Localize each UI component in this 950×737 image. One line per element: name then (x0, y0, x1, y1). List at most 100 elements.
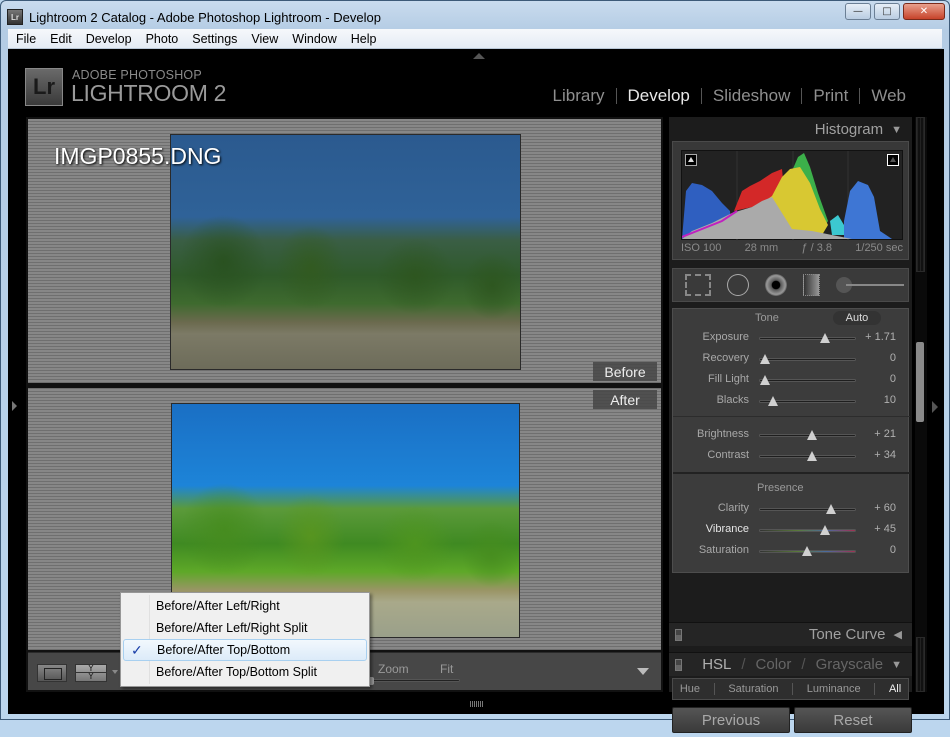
hsl-header: HSL / Color / Grayscale ▼ (702, 656, 902, 673)
before-photo[interactable] (170, 134, 521, 370)
hsl-subtab-luminance[interactable]: Luminance (807, 683, 861, 695)
reset-button[interactable]: Reset (794, 707, 912, 733)
menu-item-left-right[interactable]: Before/After Left/Right (123, 595, 367, 617)
toolbar-content-menu-icon[interactable] (637, 668, 649, 675)
module-slideshow[interactable]: Slideshow (713, 86, 791, 106)
scrollbar-track[interactable] (916, 117, 925, 272)
right-panel-toggle-icon[interactable] (932, 401, 938, 413)
slider-thumb[interactable] (807, 430, 818, 440)
slider-track[interactable] (759, 333, 856, 343)
slider-track[interactable] (759, 354, 856, 364)
tool-strip (672, 268, 909, 302)
spot-removal-icon[interactable] (726, 274, 749, 296)
slider-label: Saturation (698, 544, 749, 556)
shadow-clipping-toggle[interactable] (685, 154, 697, 166)
auto-tone-button[interactable]: Auto (833, 311, 881, 325)
slider-value[interactable]: + 34 (874, 449, 896, 461)
minimize-button[interactable]: — (845, 3, 871, 20)
panel-switch-icon[interactable] (675, 659, 682, 671)
filename-overlay: IMGP0855.DNG (54, 143, 222, 169)
slider-track[interactable] (759, 451, 856, 461)
hsl-subtab-all[interactable]: All (889, 683, 901, 695)
slider-thumb[interactable] (826, 504, 837, 514)
histogram-header[interactable]: Histogram ▼ (815, 121, 902, 138)
top-panel-toggle-icon[interactable] (473, 53, 485, 59)
slider-track[interactable] (759, 546, 856, 556)
slider-track[interactable] (759, 504, 856, 514)
crop-tool-icon[interactable] (685, 274, 711, 296)
slider-thumb[interactable] (759, 375, 770, 385)
highlight-clipping-toggle[interactable] (887, 154, 899, 166)
scrollbar-track[interactable] (916, 637, 925, 692)
menu-item-top-bottom-split[interactable]: Before/After Top/Bottom Split (123, 661, 367, 683)
previous-button[interactable]: Previous (672, 707, 790, 733)
slider-thumb[interactable] (819, 525, 830, 535)
close-button[interactable]: ✕ (903, 3, 945, 20)
graduated-filter-icon[interactable] (802, 274, 821, 296)
checkmark-icon: ✓ (131, 642, 143, 658)
hsl-subtab-saturation[interactable]: Saturation (728, 683, 778, 695)
collapse-triangle-icon[interactable]: ▼ (891, 124, 902, 136)
basic-panel: Tone Auto Exposure + 1.71 Recovery 0 Fil… (672, 308, 910, 573)
hsl-panel-header[interactable]: HSL / Color / Grayscale ▼ (669, 652, 912, 676)
hsl-subtab-hue[interactable]: Hue (680, 683, 700, 695)
slider-track[interactable] (759, 430, 856, 440)
slider-label: Vibrance (705, 523, 749, 535)
menu-help[interactable]: Help (351, 32, 377, 46)
module-print[interactable]: Print (813, 86, 848, 106)
collapse-triangle-icon[interactable]: ▼ (891, 659, 902, 671)
slider-track[interactable] (759, 396, 856, 406)
scrollbar-thumb[interactable] (916, 342, 924, 422)
slider-track[interactable] (759, 375, 856, 385)
loupe-view-button[interactable] (37, 664, 67, 682)
menu-window[interactable]: Window (292, 32, 336, 46)
right-panel-scrollbar[interactable] (915, 117, 927, 692)
menu-item-label: Before/After Left/Right (156, 599, 280, 613)
slider-value[interactable]: + 21 (874, 428, 896, 440)
slider-value[interactable]: 0 (890, 352, 896, 364)
module-web[interactable]: Web (871, 86, 906, 106)
color-tab[interactable]: Color (756, 656, 792, 673)
zoom-slider[interactable] (366, 677, 460, 685)
menu-file[interactable]: File (16, 32, 36, 46)
view-mode-dropdown-icon[interactable] (112, 670, 118, 674)
left-panel-toggle-icon[interactable] (12, 401, 17, 411)
app-icon: Lr (7, 9, 23, 25)
slider-thumb[interactable] (801, 546, 812, 556)
red-eye-icon[interactable] (764, 274, 787, 296)
before-after-view-button[interactable]: Y Y (75, 664, 107, 682)
slider-value[interactable]: + 45 (874, 523, 896, 535)
slider-thumb[interactable] (819, 333, 830, 343)
slider-label: Recovery (702, 352, 749, 364)
module-library[interactable]: Library (553, 86, 605, 106)
menu-edit[interactable]: Edit (50, 32, 72, 46)
panel-switch-icon[interactable] (675, 629, 682, 641)
expand-triangle-icon[interactable]: ◀ (894, 628, 902, 641)
tone-curve-panel-header[interactable]: Tone Curve ◀ (669, 622, 912, 646)
slider-value[interactable]: + 60 (874, 502, 896, 514)
adjustment-brush-icon[interactable] (836, 274, 908, 296)
slider-track[interactable] (759, 525, 856, 535)
slider-label: Exposure (702, 331, 749, 343)
menu-settings[interactable]: Settings (192, 32, 237, 46)
module-develop[interactable]: Develop (628, 86, 690, 106)
slider-value[interactable]: 10 (884, 394, 896, 406)
grayscale-tab[interactable]: Grayscale (816, 656, 884, 673)
before-label: Before (593, 362, 657, 381)
filmstrip-toggle-icon[interactable] (470, 701, 484, 707)
histogram-graph[interactable] (681, 150, 903, 241)
slider-value[interactable]: 0 (890, 373, 896, 385)
slider-value[interactable]: 0 (890, 544, 896, 556)
slider-value[interactable]: + 1.71 (865, 331, 896, 343)
hsl-tab[interactable]: HSL (702, 656, 731, 673)
maximize-button[interactable]: □ (874, 3, 900, 20)
menu-item-left-right-split[interactable]: Before/After Left/Right Split (123, 617, 367, 639)
menu-view[interactable]: View (251, 32, 278, 46)
menu-item-top-bottom[interactable]: ✓ Before/After Top/Bottom (123, 639, 367, 661)
menu-photo[interactable]: Photo (146, 32, 179, 46)
slider-thumb[interactable] (759, 354, 770, 364)
before-after-view-menu: Before/After Left/Right Before/After Lef… (120, 592, 370, 687)
slider-thumb[interactable] (807, 451, 818, 461)
slider-thumb[interactable] (768, 396, 779, 406)
menu-develop[interactable]: Develop (86, 32, 132, 46)
